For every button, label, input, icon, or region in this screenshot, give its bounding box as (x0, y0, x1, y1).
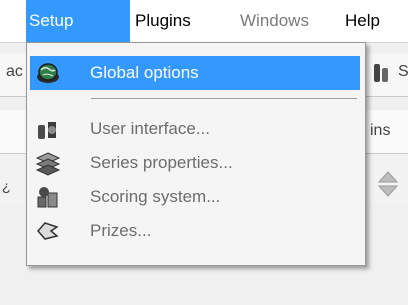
menu-item-series-properties[interactable]: Series properties... (30, 146, 360, 180)
scoring-icon (34, 183, 62, 211)
background-text-fragment: ins (370, 122, 391, 139)
menu-item-label: Scoring system... (90, 187, 221, 206)
toolbar-tool-icon[interactable] (372, 60, 394, 86)
background-text-fragment: ac (6, 63, 23, 80)
user-interface-icon (34, 115, 62, 143)
series-stack-icon (34, 149, 62, 177)
setup-dropdown-menu: Global options User interface... Series … (26, 42, 366, 266)
menu-item-user-interface[interactable]: User interface... (30, 112, 360, 146)
menu-item-label: User interface... (90, 119, 210, 138)
menu-item-prizes[interactable]: Prizes... (30, 214, 360, 248)
menu-separator (91, 98, 357, 99)
globe-icon (34, 59, 62, 87)
prizes-icon (34, 217, 62, 245)
menu-bar: Setup Plugins Windows Help (0, 0, 408, 43)
menu-item-global-options[interactable]: Global options (30, 56, 360, 90)
background-text-fragment: ¿ (2, 178, 11, 194)
background-text-fragment: S (398, 63, 408, 80)
menu-help[interactable]: Help (345, 0, 380, 42)
menu-item-label: Global options (90, 63, 199, 82)
menu-windows[interactable]: Windows (240, 0, 309, 42)
menu-item-label: Series properties... (90, 153, 233, 172)
menu-setup[interactable]: Setup (26, 0, 130, 42)
menu-plugins[interactable]: Plugins (135, 0, 191, 42)
menu-item-scoring-system[interactable]: Scoring system... (30, 180, 360, 214)
menu-item-label: Prizes... (90, 221, 152, 240)
up-down-arrows-icon[interactable] (376, 170, 400, 198)
